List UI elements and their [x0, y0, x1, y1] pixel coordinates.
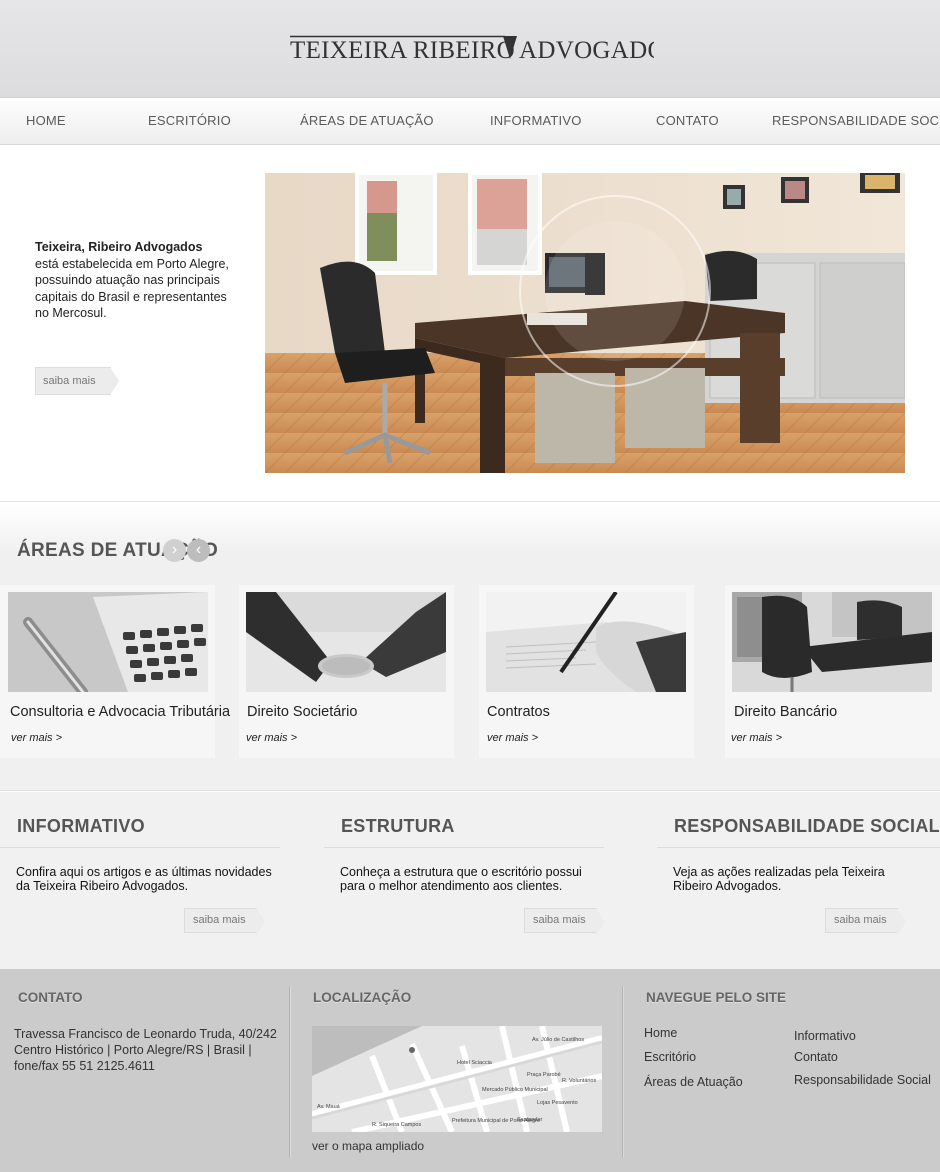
nav-item-informativo[interactable]: INFORMATIVO: [490, 113, 582, 128]
area-card-ver-mais-link[interactable]: ver mais >: [11, 732, 62, 744]
footer-link-areas-de-atuacao[interactable]: Áreas de Atuação: [644, 1075, 743, 1089]
hero-body: está estabelecida em Porto Alegre, possu…: [35, 256, 229, 321]
footer-link-informativo[interactable]: Informativo: [794, 1029, 856, 1043]
area-card-title: Consultoria e Advocacia Tributária: [10, 704, 231, 720]
svg-text:TEIXEIRA RIBEIRO: TEIXEIRA RIBEIRO: [290, 37, 515, 64]
hero-section: Teixeira, Ribeiro Advogados está estabel…: [0, 145, 940, 502]
map-label: Santander: [517, 1117, 543, 1123]
footer-contact-title: CONTATO: [18, 990, 83, 1005]
footer-address: Travessa Francisco de Leonardo Truda, 40…: [14, 1026, 279, 1074]
address-line: Centro Histórico | Porto Alegre/RS | Bra…: [14, 1043, 252, 1057]
map-label: Praça Parobé: [527, 1072, 561, 1078]
signing-contract-image: [486, 592, 686, 692]
area-card-title: Direito Societário: [247, 704, 358, 720]
informativo-saiba-mais-button[interactable]: saiba mais: [184, 908, 265, 936]
calculator-image: [8, 592, 208, 692]
logo-image: TEIXEIRA RIBEIRO ADVOGADOS: [290, 35, 680, 64]
footer-nav-title: NAVEGUE PELO SITE: [646, 990, 787, 1005]
info-text: Veja as ações realizadas pela Teixeira R…: [673, 865, 885, 893]
info-column-estrutura: ESTRUTURA Conheça a estrutura que o escr…: [324, 792, 614, 969]
area-card-bancario[interactable]: Direito Bancário ver mais >: [725, 585, 940, 758]
meeting-room-image: [732, 592, 932, 692]
info-text: Confira aqui os artigos e as últimas nov…: [16, 865, 272, 893]
area-card-societario[interactable]: Direito Societário ver mais >: [239, 585, 454, 758]
map-label: Av. Júlio de Castilhos: [532, 1037, 584, 1043]
map-marker-icon: [409, 1047, 415, 1053]
divider: [289, 986, 290, 1158]
area-card-ver-mais-link[interactable]: ver mais >: [487, 732, 538, 744]
footer-link-responsabilidade-social[interactable]: Responsabilidade Social: [794, 1073, 931, 1087]
info-text: Conheça a estrutura que o escritório pos…: [340, 865, 582, 893]
nav-item-contato[interactable]: CONTATO: [656, 113, 719, 128]
carousel-prev-button[interactable]: ‹: [187, 539, 210, 562]
hero-office-photo: [265, 173, 905, 473]
chevron-right-icon: ›: [171, 541, 178, 558]
responsabilidade-saiba-mais-button[interactable]: saiba mais: [825, 908, 906, 936]
estrutura-saiba-mais-button[interactable]: saiba mais: [524, 908, 605, 936]
map-label: Hotel Sciaccia: [457, 1060, 493, 1066]
area-card-title: Contratos: [487, 704, 550, 720]
hero-title: Teixeira, Ribeiro Advogados: [35, 240, 203, 254]
footer-link-contato[interactable]: Contato: [794, 1050, 838, 1064]
footer-link-home[interactable]: Home: [644, 1026, 677, 1040]
hero-saiba-mais-button[interactable]: saiba mais: [35, 367, 119, 395]
area-card-contratos[interactable]: Contratos ver mais >: [479, 585, 694, 758]
map-label: Av. Mauá: [317, 1104, 341, 1110]
divider: [0, 847, 280, 848]
address-line: Travessa Francisco de Leonardo Truda, 40…: [14, 1027, 277, 1041]
nav-item-areas-de-atuacao[interactable]: ÁREAS DE ATUAÇÃO: [300, 113, 434, 128]
area-card-ver-mais-link[interactable]: ver mais >: [246, 732, 297, 744]
map-label: R. Voluntários: [562, 1078, 596, 1084]
nav-item-home[interactable]: HOME: [26, 113, 66, 128]
carousel-next-button[interactable]: ›: [163, 539, 186, 562]
info-title: RESPONSABILIDADE SOCIAL: [674, 816, 940, 836]
footer-link-escritorio[interactable]: Escritório: [644, 1050, 696, 1064]
map-label: Mercado Público Municipal: [482, 1087, 548, 1093]
footer-location-title: LOCALIZAÇÃO: [313, 990, 412, 1005]
map-label: R. Siqueira Campos: [372, 1122, 421, 1128]
divider: [324, 847, 604, 848]
map-expand-link[interactable]: ver o mapa ampliado: [312, 1139, 424, 1153]
hero-intro: Teixeira, Ribeiro Advogados está estabel…: [35, 239, 235, 322]
divider: [657, 847, 940, 848]
area-card-tributaria[interactable]: Consultoria e Advocacia Tributária ver m…: [0, 585, 230, 758]
svg-text:ADVOGADOS: ADVOGADOS: [519, 37, 654, 64]
main-nav: HOME ESCRITÓRIO ÁREAS DE ATUAÇÃO INFORMA…: [0, 99, 940, 145]
area-card-ver-mais-link[interactable]: ver mais >: [731, 732, 782, 744]
nav-item-escritorio[interactable]: ESCRITÓRIO: [148, 113, 231, 128]
nav-item-responsabilidade-social[interactable]: RESPONSABILIDADE SOCIAL: [772, 113, 940, 128]
location-map[interactable]: Av. Mauá Av. Júlio de Castilhos Praça Pa…: [312, 1026, 602, 1132]
handshake-image: [246, 592, 446, 692]
info-section: INFORMATIVO Confira aqui os artigos e as…: [0, 792, 940, 969]
area-card-title: Direito Bancário: [734, 704, 838, 720]
site-header: TEIXEIRA RIBEIRO ADVOGADOS: [0, 0, 940, 98]
divider: [622, 986, 623, 1158]
info-column-informativo: INFORMATIVO Confira aqui os artigos e as…: [0, 792, 290, 969]
logo[interactable]: TEIXEIRA RIBEIRO ADVOGADOS: [290, 33, 680, 65]
areas-section: ÁREAS DE ATUAÇÃO › ‹ Consultoria e Advoc…: [0, 503, 940, 791]
address-line: fone/fax 55 51 2125.4611: [14, 1059, 155, 1073]
info-title: INFORMATIVO: [17, 816, 145, 836]
chevron-left-icon: ‹: [195, 541, 202, 558]
site-footer: CONTATO Travessa Francisco de Leonardo T…: [0, 969, 940, 1172]
info-title: ESTRUTURA: [341, 816, 455, 836]
info-column-responsabilidade-social: RESPONSABILIDADE SOCIAL Veja as ações re…: [657, 792, 940, 969]
map-label: Lojas Pesavento: [537, 1100, 578, 1106]
